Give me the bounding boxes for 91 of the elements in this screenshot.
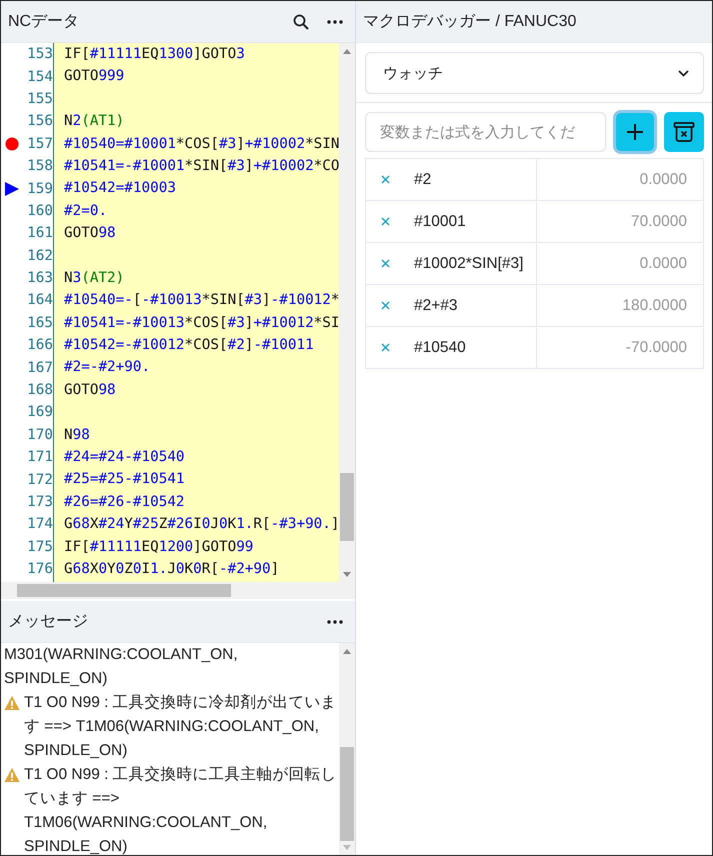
watch-value: 70.0000 bbox=[630, 212, 688, 232]
dropdown-value: ウォッチ bbox=[383, 64, 443, 82]
panel-title: メッセージ bbox=[8, 612, 88, 632]
scrollbar[interactable] bbox=[1, 582, 355, 599]
message-text: M301(WARNING:COOLANT_ON, SPINDLE_ON) bbox=[4, 645, 239, 689]
code-line: #24=#24-#10540 bbox=[63, 448, 186, 468]
code-line: #10542=-#10012*COS[#2]-#10011 bbox=[63, 336, 315, 356]
view-dropdown[interactable]: ウォッチ bbox=[365, 52, 704, 94]
line-number: 175 bbox=[26, 538, 54, 555]
plus-icon bbox=[626, 123, 644, 141]
warning-icon bbox=[4, 767, 20, 783]
code-line: #10541=-#10001*SIN[#3]+#10002*CO bbox=[63, 156, 339, 176]
scroll-up-arrow-icon[interactable] bbox=[343, 648, 351, 654]
line-number: 156 bbox=[26, 113, 54, 130]
code-line: #10540=-[-#10013*SIN[#3]-#10012* bbox=[63, 291, 339, 310]
message-text: T1 O0 N99 : 工具交換時に冷却剤が出ています ==> T1M06(WARNING:COOLANT_ON, SPINDLE_ON) bbox=[24, 693, 338, 761]
code-line: GOTO98 bbox=[63, 380, 117, 400]
code-line: #2=0. bbox=[63, 202, 108, 221]
watch-expression: #2+#3 bbox=[414, 296, 458, 314]
expression-field[interactable]: 変数または式を入力してくだ bbox=[365, 112, 606, 152]
line-number: 172 bbox=[26, 472, 54, 488]
watch-value: 0.0000 bbox=[638, 254, 688, 274]
add-button[interactable] bbox=[616, 113, 654, 151]
panel-title: NCデータ bbox=[8, 12, 80, 32]
line-number: 153 bbox=[26, 46, 54, 62]
code-line: N2(AT1) bbox=[63, 112, 126, 132]
line-number: 162 bbox=[26, 248, 54, 264]
remove-icon[interactable] bbox=[381, 259, 390, 268]
breakpoint-icon[interactable] bbox=[5, 136, 19, 151]
current-line-arrow-icon[interactable] bbox=[5, 182, 19, 196]
line-number: 160 bbox=[26, 202, 54, 219]
code-line: #25=#25-#10541 bbox=[63, 470, 186, 490]
code-line: N3(AT2) bbox=[63, 268, 126, 288]
code-line: G68X0Y0Z0I1.J0K0R[-#2+90] bbox=[63, 560, 280, 579]
watch-value: 0.0000 bbox=[638, 170, 688, 190]
trash-box-icon bbox=[673, 121, 695, 143]
code-line: GOTO999 bbox=[63, 67, 126, 86]
message-text: T1 O0 N99 : 工具交換時に工具主軸が回転しています ==> T1M06(WARNING:COOLANT_ON, SPINDLE_ON) bbox=[24, 764, 338, 855]
line-number: 174 bbox=[26, 516, 54, 532]
remove-icon[interactable] bbox=[381, 301, 390, 310]
remove-icon[interactable] bbox=[381, 217, 390, 226]
more-icon[interactable] bbox=[327, 20, 343, 24]
watch-value: -70.0000 bbox=[624, 338, 688, 358]
line-number: 167 bbox=[26, 360, 54, 376]
line-number: 161 bbox=[26, 225, 54, 242]
code-line: #10542=#10003 bbox=[63, 179, 177, 198]
code-line: N98 bbox=[63, 426, 91, 445]
scrollbar[interactable] bbox=[339, 643, 355, 855]
watch-expression: #10001 bbox=[414, 212, 466, 230]
more-icon[interactable] bbox=[327, 620, 343, 624]
scroll-down-arrow-icon[interactable] bbox=[343, 572, 351, 576]
line-number: 165 bbox=[26, 314, 54, 331]
warning-icon bbox=[4, 695, 20, 711]
line-number: 159 bbox=[26, 180, 54, 197]
scrollbar-thumb[interactable] bbox=[340, 473, 354, 541]
line-number: 169 bbox=[26, 404, 54, 420]
scrollbar-thumb[interactable] bbox=[340, 747, 354, 841]
scrollbar-thumb[interactable] bbox=[17, 584, 231, 597]
remove-icon[interactable] bbox=[381, 343, 390, 352]
watch-expression: #10540 bbox=[414, 338, 466, 356]
chevron-icon bbox=[678, 70, 689, 76]
clear-button[interactable] bbox=[664, 112, 704, 152]
code-line: #26=#26-#10542 bbox=[63, 492, 186, 512]
panel-title: マクロデバッガー / FANUC30 bbox=[363, 12, 576, 32]
line-number: 166 bbox=[26, 337, 54, 354]
line-number: 168 bbox=[26, 382, 54, 398]
code-line: GOTO98 bbox=[63, 224, 117, 244]
line-number: 163 bbox=[26, 270, 54, 286]
search-icon[interactable] bbox=[293, 14, 309, 30]
line-number: 173 bbox=[26, 494, 54, 510]
scrollbar[interactable] bbox=[339, 43, 355, 582]
line-number: 176 bbox=[26, 561, 54, 578]
code-line: #10541=-#10013*COS[#3]+#10012*SI bbox=[63, 314, 339, 333]
line-number: 154 bbox=[26, 68, 54, 85]
line-number: 164 bbox=[26, 292, 54, 308]
scroll-up-arrow-icon[interactable] bbox=[343, 48, 351, 54]
line-number: 171 bbox=[26, 449, 54, 466]
watch-expression: #2 bbox=[414, 170, 432, 188]
code-line: #2=-#2+90. bbox=[63, 358, 152, 378]
line-number: 155 bbox=[26, 90, 54, 107]
code-line: G68X#24Y#25Z#26I0J0K1.R[-#3+90.] bbox=[63, 515, 339, 534]
line-number: 170 bbox=[26, 426, 54, 443]
code-line: IF[#11111EQ1300]GOTO3 bbox=[63, 45, 246, 64]
line-number: 157 bbox=[26, 136, 54, 152]
code-line: IF[#11111EQ1200]GOTO99 bbox=[63, 538, 254, 557]
scroll-down-arrow-icon[interactable] bbox=[343, 844, 351, 850]
line-number: 158 bbox=[26, 158, 54, 174]
watch-value: 180.0000 bbox=[621, 296, 688, 316]
watch-expression: #10002*SIN[#3] bbox=[414, 254, 524, 272]
code-line: #10540=#10001*COS[#3]+#10002*SIN bbox=[63, 134, 339, 154]
remove-icon[interactable] bbox=[381, 175, 390, 184]
